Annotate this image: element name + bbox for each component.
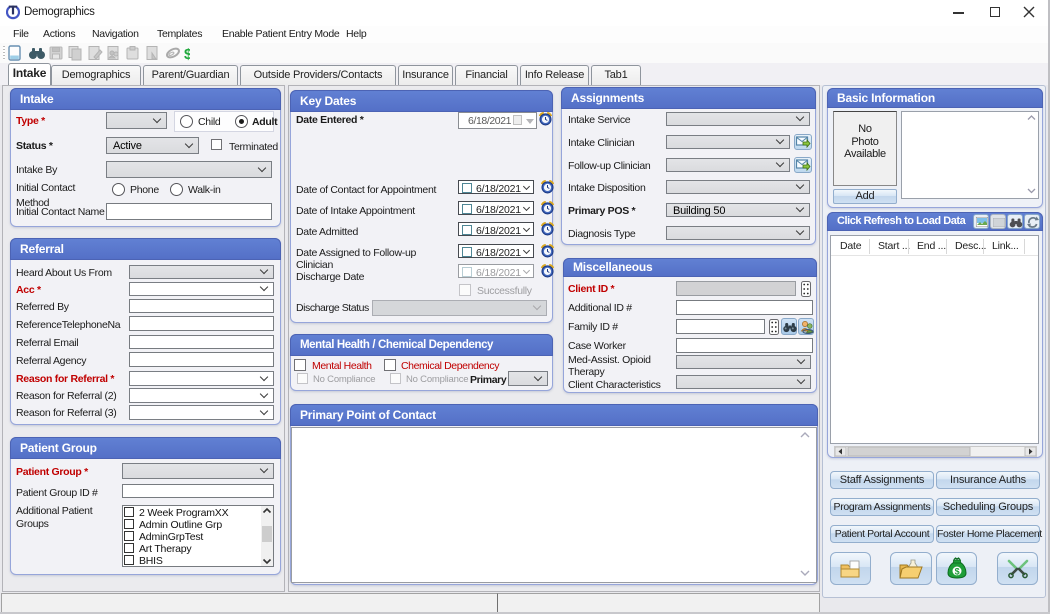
svg-text:$: $ [184, 46, 190, 62]
svg-text:$: $ [954, 567, 959, 577]
